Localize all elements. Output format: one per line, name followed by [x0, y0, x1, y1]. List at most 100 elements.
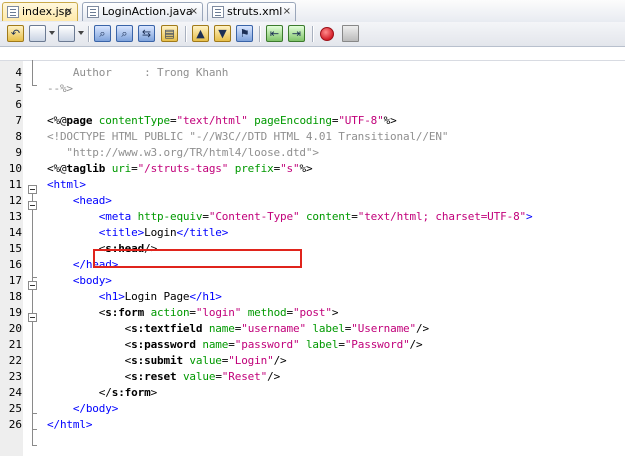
code-line[interactable]: 24 </s:form>: [0, 385, 625, 401]
java-file-icon: [87, 6, 99, 18]
chevron-down-icon[interactable]: [49, 31, 55, 35]
code-text[interactable]: <body>: [47, 273, 112, 289]
find-next-icon[interactable]: ⌕: [116, 25, 133, 42]
line-number: 9: [15, 146, 22, 159]
stop-macro-recording-icon[interactable]: [342, 25, 359, 42]
code-line[interactable]: 4 Author : Trong Khanh: [0, 65, 625, 81]
code-line[interactable]: 23 <s:reset value="Reset"/>: [0, 369, 625, 385]
find-previous-icon[interactable]: ⌕: [94, 25, 111, 42]
code-line[interactable]: 17 <body>: [0, 273, 625, 289]
editor-top-border: [0, 60, 625, 61]
shift-right-icon[interactable]: ⇥: [288, 25, 305, 42]
collapse-body-icon[interactable]: [28, 281, 37, 290]
code-line[interactable]: 14 <title>Login</title>: [0, 225, 625, 241]
code-line[interactable]: 8 <!DOCTYPE HTML PUBLIC "-//W3C//DTD HTML…: [0, 129, 625, 145]
code-token: Login: [144, 226, 177, 239]
code-token: <: [47, 370, 132, 383]
chevron-down-icon[interactable]: [78, 31, 84, 35]
code-text[interactable]: <head>: [47, 193, 112, 209]
code-line[interactable]: 22 <s:submit value="Login"/>: [0, 353, 625, 369]
history-icon[interactable]: ↶: [7, 25, 24, 42]
code-line[interactable]: 26 </html>: [0, 417, 625, 433]
code-token: "Password": [344, 338, 410, 351]
code-token: <meta: [47, 210, 132, 223]
line-number: 14: [8, 226, 22, 239]
collapse-html-icon[interactable]: [28, 185, 37, 194]
code-line[interactable]: 25 </body>: [0, 401, 625, 417]
code-line[interactable]: 7 <%@page contentType="text/html" pageEnc…: [0, 113, 625, 129]
code-text[interactable]: <s:textfield name="username" label="User…: [47, 321, 429, 337]
code-token: "http://www.w3.org/TR/html4/loose.dtd">: [47, 146, 319, 159]
code-text[interactable]: <meta http-equiv="Content-Type" content=…: [47, 209, 533, 225]
code-line[interactable]: 11 <html>: [0, 177, 625, 193]
code-text[interactable]: <h1>Login Page</h1>: [47, 289, 222, 305]
code-line[interactable]: 6: [0, 97, 625, 113]
code-token: value: [182, 354, 222, 367]
code-line[interactable]: 12 <head>: [0, 193, 625, 209]
previous-bookmark-icon[interactable]: ▲: [192, 25, 209, 42]
code-text[interactable]: <!DOCTYPE HTML PUBLIC "-//W3C//DTD HTML …: [47, 129, 448, 145]
code-line[interactable]: 9 "http://www.w3.org/TR/html4/loose.dtd"…: [0, 145, 625, 161]
code-line[interactable]: 20 <s:textfield name="username" label="U…: [0, 321, 625, 337]
code-token: s:form: [105, 306, 145, 319]
code-line[interactable]: 10 <%@taglib uri="/struts-tags" prefix="s…: [0, 161, 625, 177]
code-text[interactable]: </s:form>: [47, 385, 157, 401]
code-token: "text/html; charset=UTF-8": [357, 210, 527, 223]
code-token: <: [47, 322, 132, 335]
code-token: <: [47, 306, 106, 319]
tab-label: LoginAction.java: [102, 5, 193, 18]
line-number: 4: [15, 66, 22, 79]
code-token: contentType: [92, 114, 170, 127]
code-line[interactable]: 5 --%>: [0, 81, 625, 97]
code-token: "password": [234, 338, 300, 351]
toggle-highlight-icon[interactable]: ▤: [161, 25, 178, 42]
code-line[interactable]: 19 <s:form action="login" method="post">: [0, 305, 625, 321]
line-number: 19: [8, 306, 22, 319]
code-text[interactable]: <html>: [47, 177, 86, 193]
close-tab-icon[interactable]: ×: [283, 3, 291, 21]
code-token: --%>: [47, 82, 73, 95]
code-token: prefix: [228, 162, 274, 175]
code-text[interactable]: <title>Login</title>: [47, 225, 229, 241]
line-number: 10: [8, 162, 22, 175]
tab-index-jsp[interactable]: index.jsp ×: [2, 2, 78, 21]
code-text[interactable]: "http://www.w3.org/TR/html4/loose.dtd">: [47, 145, 319, 161]
shift-left-icon[interactable]: ⇤: [266, 25, 283, 42]
code-text[interactable]: <s:password name="password" label="Passw…: [47, 337, 423, 353]
code-line[interactable]: 21 <s:password name="password" label="Pa…: [0, 337, 625, 353]
code-text[interactable]: <s:submit value="Login"/>: [47, 353, 287, 369]
code-line[interactable]: 13 <meta http-equiv="Content-Type" conte…: [0, 209, 625, 225]
code-token: "text/html": [176, 114, 248, 127]
code-text[interactable]: <%@taglib uri="/struts-tags" prefix="s"%…: [47, 161, 313, 177]
code-text[interactable]: <s:form action="login" method="post">: [47, 305, 339, 321]
close-tab-icon[interactable]: ×: [190, 3, 198, 21]
start-macro-recording-icon[interactable]: [320, 27, 334, 41]
code-token: />: [409, 338, 423, 351]
forward-icon[interactable]: [58, 25, 75, 42]
code-text[interactable]: Author : Trong Khanh: [47, 65, 229, 81]
code-text[interactable]: <%@page contentType="text/html" pageEnco…: [47, 113, 397, 129]
code-token: s:textfield: [131, 322, 203, 335]
code-token: <html>: [47, 178, 86, 191]
code-line[interactable]: 18 <h1>Login Page</h1>: [0, 289, 625, 305]
close-tab-icon[interactable]: ×: [65, 3, 73, 21]
back-icon[interactable]: [29, 25, 46, 42]
find-selection-icon[interactable]: ⇆: [138, 25, 155, 42]
collapse-head-icon[interactable]: [28, 201, 37, 210]
tab-loginaction-java[interactable]: LoginAction.java ×: [82, 2, 203, 21]
fold-end-marker: [32, 277, 37, 278]
tab-struts-xml[interactable]: struts.xml ×: [207, 2, 296, 21]
line-number: 24: [8, 386, 22, 399]
code-text[interactable]: <s:reset value="Reset"/>: [47, 369, 281, 385]
toggle-bookmark-icon[interactable]: ⚑: [236, 25, 253, 42]
code-token: >: [526, 210, 533, 223]
code-text[interactable]: </html>: [47, 417, 92, 433]
code-token: </h1>: [189, 290, 222, 303]
next-bookmark-icon[interactable]: ▼: [214, 25, 231, 42]
line-number: 12: [8, 194, 22, 207]
code-token: "Content-Type": [208, 210, 300, 223]
highlight-box: [93, 249, 302, 268]
code-text[interactable]: --%>: [47, 81, 73, 97]
collapse-form-icon[interactable]: [28, 313, 37, 322]
code-text[interactable]: </body>: [47, 401, 118, 417]
